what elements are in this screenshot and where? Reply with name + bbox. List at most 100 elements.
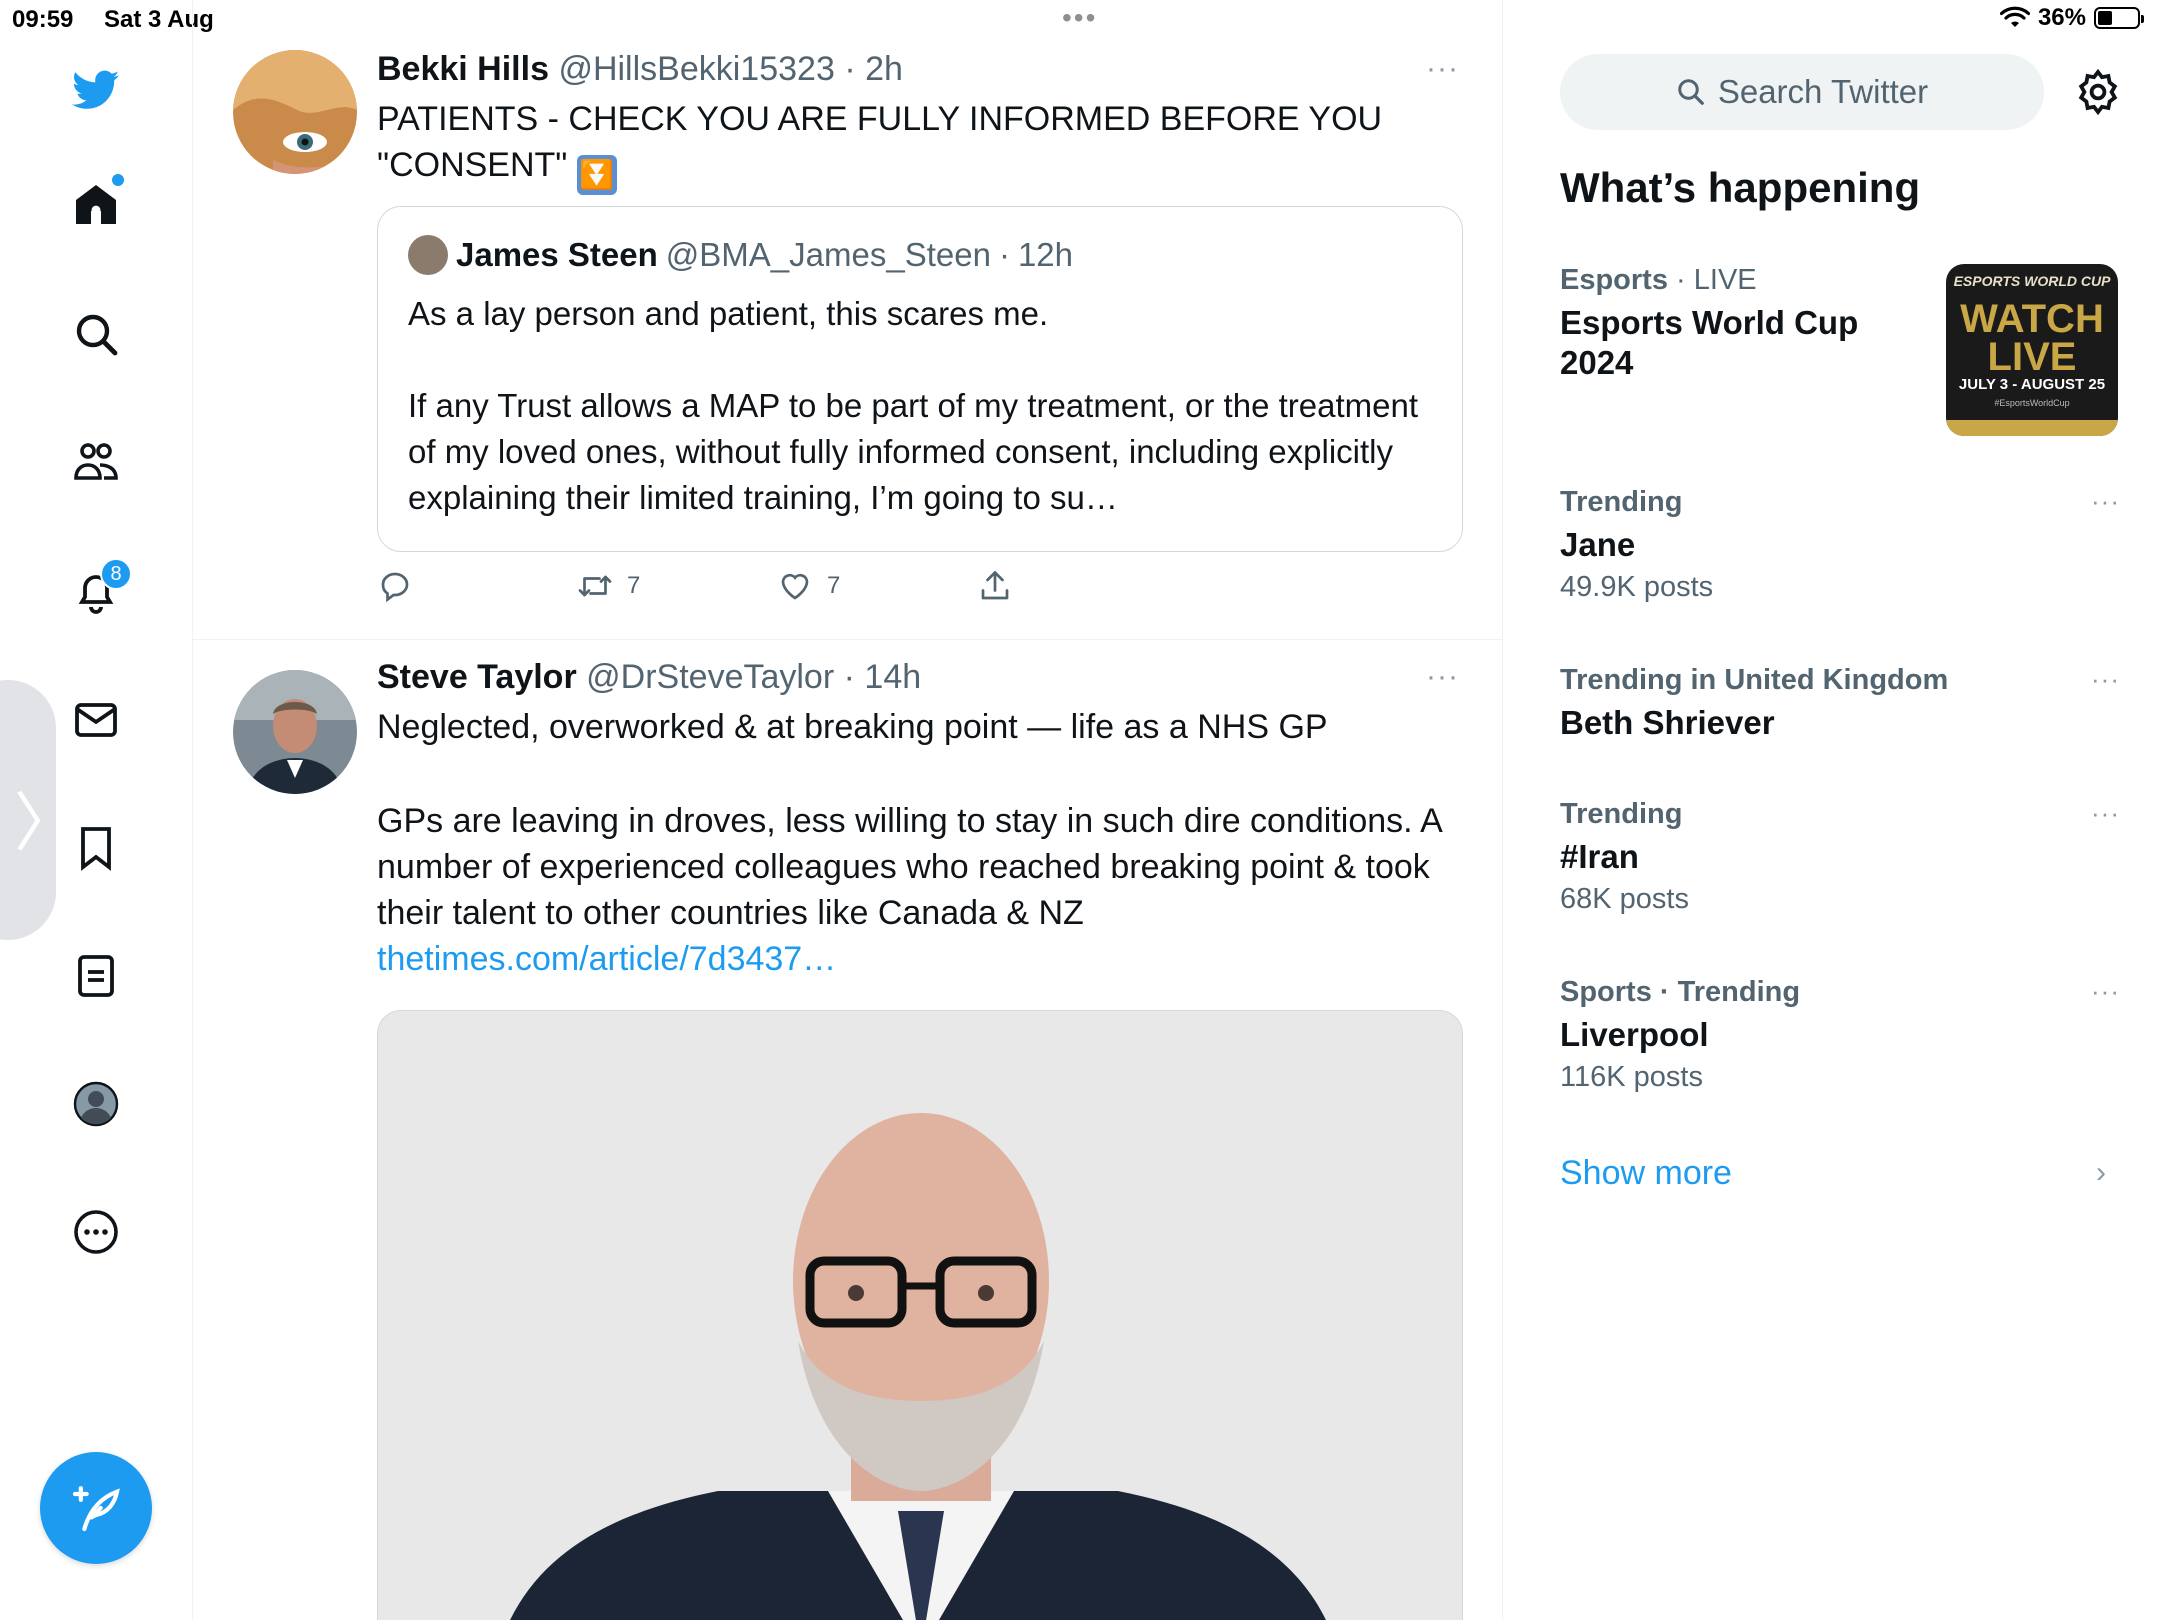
tweet-text-para: Neglected, overworked & at breaking poin… [377,708,1328,746]
whats-happening-title: What’s happening [1560,164,1921,211]
author-name[interactable]: Steve Taylor [377,658,577,696]
quoted-time: 12h [1017,236,1074,273]
trend-more-icon[interactable]: ··· [2091,486,2120,517]
author-name[interactable]: Bekki Hills [377,50,549,88]
trend-count: 49.9K posts [1560,571,1714,603]
share-button[interactable] [977,568,1013,604]
quoted-separator: · [998,236,1010,273]
trend-more-icon[interactable]: ··· [2091,664,2120,695]
thumb-strip [1946,420,2118,436]
profile-icon[interactable] [62,1070,130,1138]
tweet-media-image[interactable] [377,1010,1463,1620]
more-icon[interactable] [62,1198,130,1266]
trend-title: Esports World Cup 2024 [1560,304,1859,381]
trend-category-bold: Esports [1560,264,1668,296]
retweet-icon [578,575,612,597]
esports-thumbnail[interactable]: ESPORTS WORLD CUP WATCH LIVE JULY 3 - AU… [1946,264,2118,436]
search-icon [1678,79,1704,105]
quoted-tweet-text: As a lay person and patient, this scares… [408,295,1418,516]
trend-title: Jane [1560,526,1636,563]
avatar[interactable] [233,670,357,794]
author-handle[interactable]: @HillsBekki15323 [558,50,834,88]
trend-category-bold: Trending [1560,798,1683,830]
avatar[interactable] [233,50,357,174]
search-icon[interactable] [62,300,130,368]
reply-icon [381,572,409,603]
tweet-text-para: GPs are leaving in droves, less willing … [377,798,1457,982]
tweet-more-icon[interactable]: ··· [1426,52,1459,86]
communities-icon[interactable] [62,428,130,496]
twitter-bird-icon[interactable] [62,56,130,124]
trend-category-live: · LIVE [1667,264,1757,296]
trend-item[interactable]: Trending #Iran 68K posts ··· [1560,798,2120,916]
feather-plus-icon [72,1486,120,1532]
trend-more-icon[interactable]: ··· [2091,976,2120,1007]
trend-category: Trending in United Kingdom [1560,664,2120,697]
tweet[interactable]: Bekki Hills @HillsBekki15323 · 2h ··· PA… [193,40,1502,640]
double-down-arrow-emoji-icon: ⏬ [576,155,617,195]
chevron-right-icon: 〉 [14,787,78,859]
trend-count: 116K posts [1560,1061,1703,1093]
retweet-count: 7 [627,572,641,599]
notifications-icon[interactable]: 8 [62,558,132,626]
retweet-button[interactable]: 7 [577,568,640,604]
quoted-avatar [408,235,448,275]
messages-icon[interactable] [62,686,130,754]
article-link[interactable]: thetimes.com/article/7d3437… [377,940,836,978]
compose-tweet-button[interactable] [40,1452,152,1564]
tweet-time[interactable]: 14h [864,658,921,696]
trend-category: Trending [1560,798,2120,831]
trend-title: #Iran [1560,838,1639,875]
heart-icon [781,573,809,600]
quoted-tweet-header: James Steen @BMA_James_Steen · 12h [408,235,1073,275]
right-sidebar: Search Twitter What’s happening Esports … [1504,0,2160,1620]
tweet[interactable]: Steve Taylor @DrSteveTaylor · 14h ··· Ne… [193,640,1502,1620]
thumb-line3: JULY 3 - AUGUST 25 [1958,376,2106,393]
side-panel-handle[interactable]: 〉 [0,680,78,940]
share-icon [981,571,1009,600]
trend-item[interactable]: Trending in United Kingdom Beth Shriever… [1560,664,2120,743]
trend-category-bold: Sports · Trending [1560,976,1801,1008]
trend-category-bold: Trending in United Kingdom [1560,664,1949,696]
quoted-author-handle: @BMA_James_Steen [665,236,991,273]
tweet-text-line: "CONSENT" ⏬ [377,142,1457,195]
tweet-time[interactable]: 2h [865,50,903,88]
tweet-actions: 7 7 [377,568,1077,608]
trend-title: Beth Shriever [1560,704,1775,741]
tweet-text-quoted-word: "CONSENT" [377,146,568,184]
tweet-text-line: PATIENTS - CHECK YOU ARE FULLY INFORMED … [377,100,1383,138]
reply-button[interactable] [377,568,413,604]
thumb-line4: #EsportsWorldCup [1994,398,2070,408]
quoted-author-name: James Steen [456,236,658,273]
header-separator: · [844,50,856,88]
tweet-more-icon[interactable]: ··· [1426,660,1459,694]
tweet-text-body: GPs are leaving in droves, less willing … [377,802,1441,932]
trend-more-icon[interactable]: ··· [2091,798,2120,829]
tweet-header: Steve Taylor @DrSteveTaylor · 14h [377,658,921,697]
trend-item[interactable]: Sports · Trending Liverpool 116K posts ·… [1560,976,2120,1094]
author-handle[interactable]: @DrSteveTaylor [586,658,834,696]
trend-category-bold: Trending [1560,486,1683,518]
tweet-text: PATIENTS - CHECK YOU ARE FULLY INFORMED … [377,96,1457,195]
chevron-right-icon[interactable]: › [2096,1156,2106,1190]
notifications-badge: 8 [100,558,132,590]
header-separator: · [843,658,855,696]
search-placeholder: Search Twitter [1717,73,1929,110]
search-input[interactable]: Search Twitter [1560,54,2044,130]
lists-icon[interactable] [62,942,130,1010]
quoted-tweet[interactable]: James Steen @BMA_James_Steen · 12h As a … [377,206,1463,552]
home-new-dot [112,174,124,186]
trend-item[interactable]: Trending Jane 49.9K posts ··· [1560,486,2120,604]
settings-gear-icon[interactable] [2074,68,2122,116]
thumb-line2: WATCH LIVE [1960,297,2104,379]
like-button[interactable]: 7 [777,568,840,604]
trend-category: Trending [1560,486,2120,519]
thumb-line1: ESPORTS WORLD CUP [1953,273,2111,289]
show-more-link[interactable]: Show more [1560,1154,1732,1193]
trend-count: 68K posts [1560,883,1689,915]
tweet-text: Neglected, overworked & at breaking poin… [377,704,1457,982]
trend-title: Liverpool [1560,1016,1709,1053]
home-icon[interactable] [62,170,130,238]
timeline: Bekki Hills @HillsBekki15323 · 2h ··· PA… [193,0,1503,1620]
tweet-header: Bekki Hills @HillsBekki15323 · 2h [377,50,903,89]
